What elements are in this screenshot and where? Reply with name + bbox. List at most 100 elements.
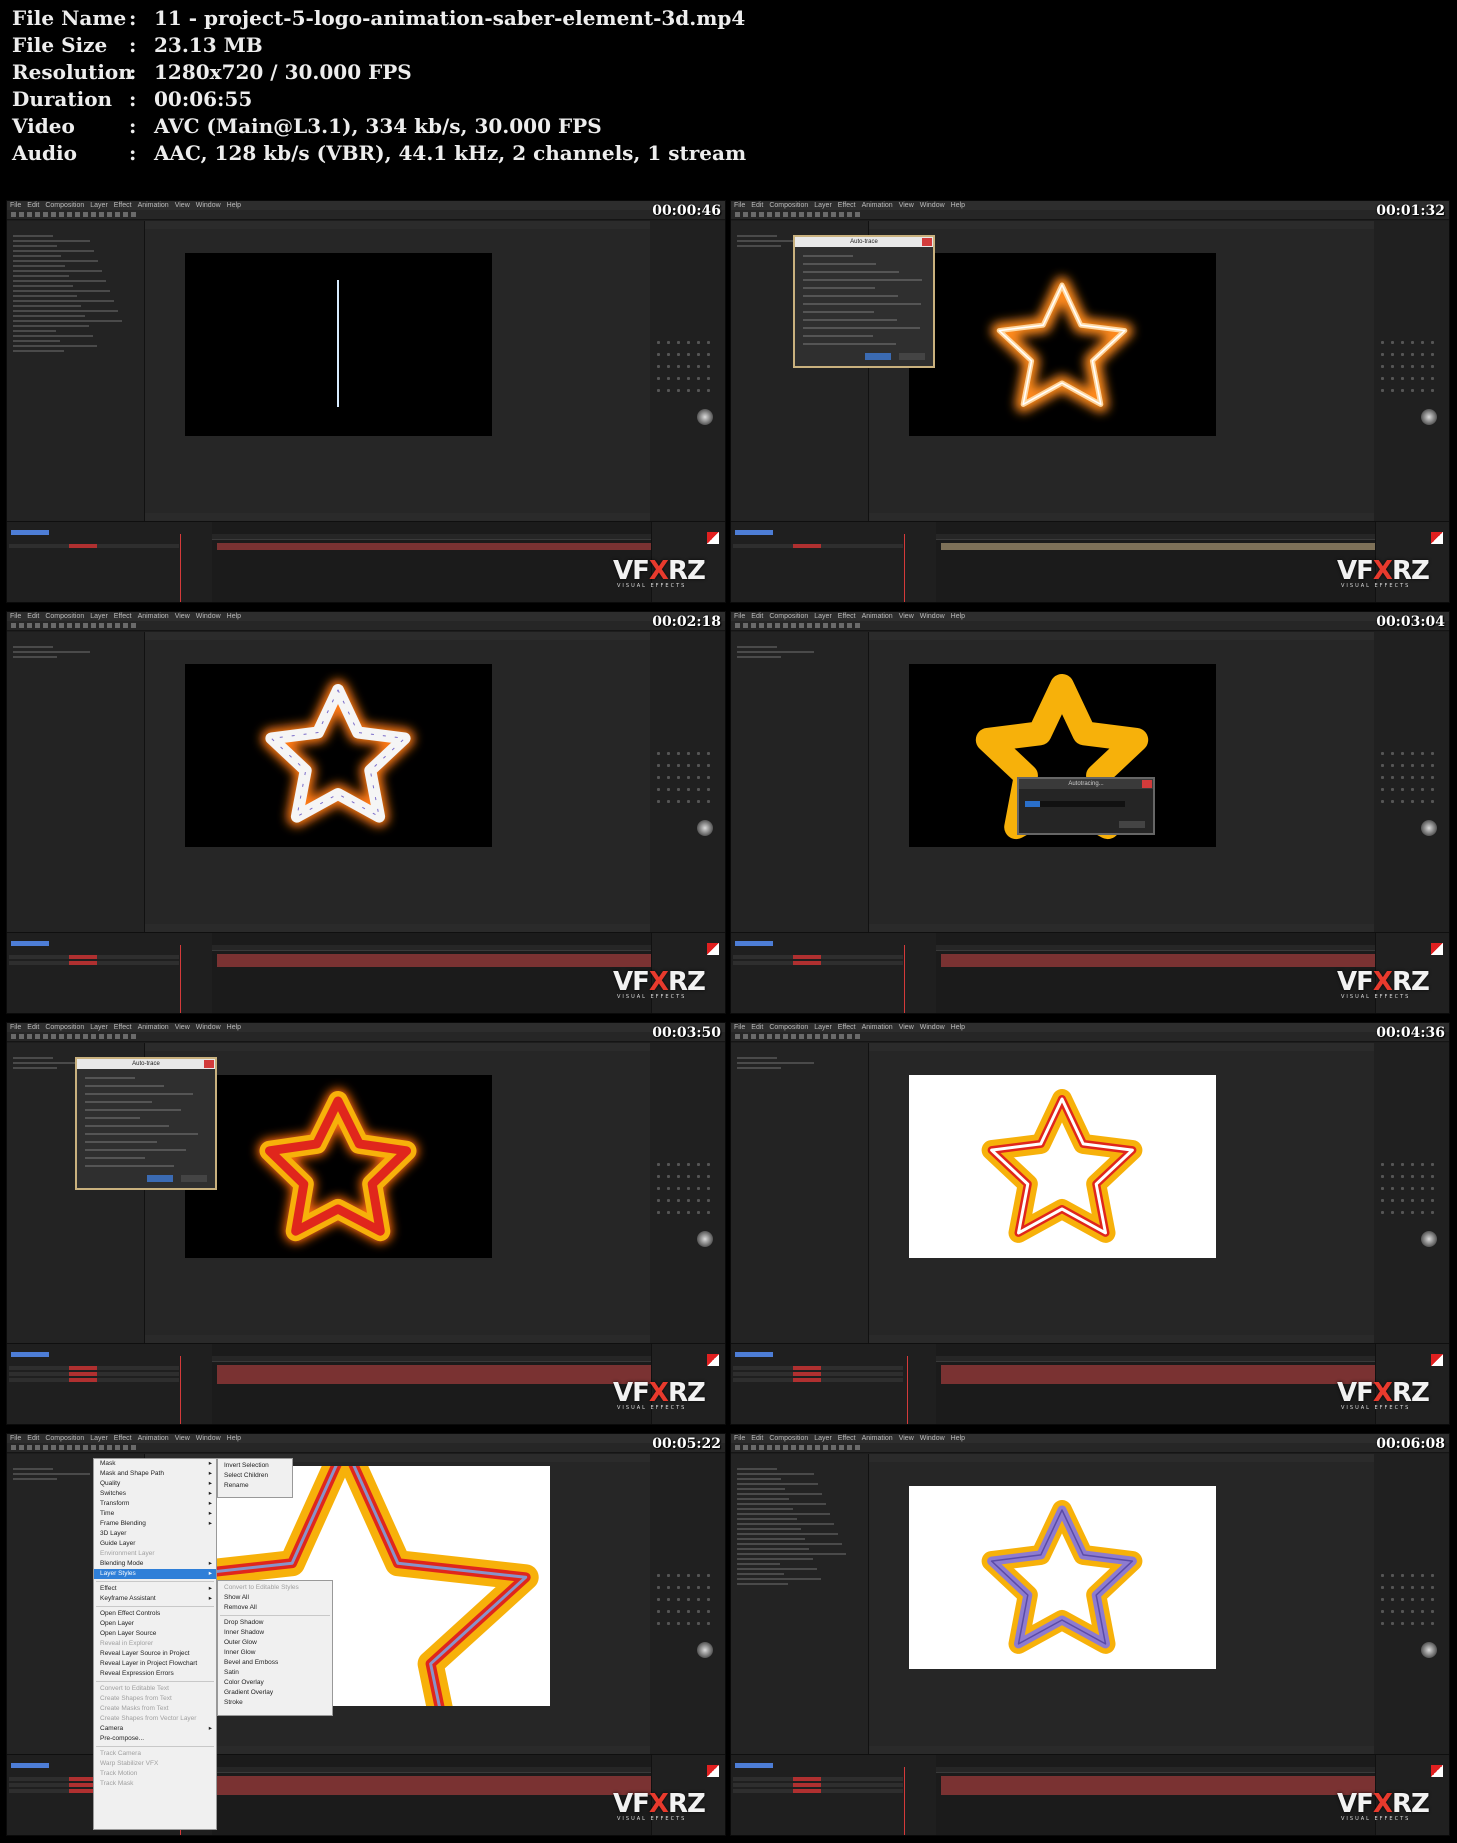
current-time-indicator[interactable] <box>904 945 905 1013</box>
tool-icon[interactable] <box>783 212 788 217</box>
tool-icon[interactable] <box>759 212 764 217</box>
tool-icon[interactable] <box>775 212 780 217</box>
property-row[interactable] <box>737 1478 781 1480</box>
menu-item-edit[interactable]: Edit <box>751 202 763 209</box>
tool-icon[interactable] <box>743 1034 748 1039</box>
tool-icon[interactable] <box>743 623 748 628</box>
brush-preset[interactable] <box>677 764 680 767</box>
tool-icon[interactable] <box>35 623 40 628</box>
tool-icon[interactable] <box>115 1034 120 1039</box>
composition-tabs[interactable] <box>869 632 1374 640</box>
auto-trace-dialog[interactable]: Auto-trace <box>75 1057 217 1190</box>
tool-icon[interactable] <box>131 1034 136 1039</box>
tool-icon[interactable] <box>743 212 748 217</box>
brush-preset[interactable] <box>1411 341 1414 344</box>
composition-tabs[interactable] <box>145 1043 650 1051</box>
brush-preset[interactable] <box>697 776 700 779</box>
property-row[interactable] <box>13 300 114 302</box>
brush-preset[interactable] <box>697 353 700 356</box>
property-row[interactable] <box>737 1473 814 1475</box>
menu-item-layer[interactable]: Layer <box>814 202 832 209</box>
brush-preset[interactable] <box>1401 776 1404 779</box>
context-menu-item[interactable]: Time ▸ <box>94 1509 216 1519</box>
brush-preset[interactable] <box>1401 1598 1404 1601</box>
brush-preset[interactable] <box>1411 377 1414 380</box>
context-menu-item[interactable]: Mask ▸ <box>94 1459 216 1469</box>
current-time-indicator[interactable] <box>180 534 181 602</box>
brush-preset[interactable] <box>1431 341 1434 344</box>
property-row[interactable] <box>737 1513 830 1515</box>
layer-context-menu[interactable]: Mask ▸ Mask and Shape Path ▸ Quality ▸ Switche… <box>93 1458 217 1830</box>
brush-preset[interactable] <box>667 341 670 344</box>
tool-icon[interactable] <box>799 1034 804 1039</box>
menu-item-help[interactable]: Help <box>227 1024 241 1031</box>
layer-duration-bar[interactable] <box>217 543 651 550</box>
brush-preset[interactable] <box>1431 788 1434 791</box>
brush-preset[interactable] <box>667 1586 670 1589</box>
brush-preset[interactable] <box>687 1211 690 1214</box>
property-row[interactable] <box>13 280 106 282</box>
property-row[interactable] <box>737 1057 777 1059</box>
brush-preset[interactable] <box>677 377 680 380</box>
layer-duration-bar[interactable] <box>941 1788 1375 1795</box>
brush-preset[interactable] <box>667 1622 670 1625</box>
brush-preset[interactable] <box>707 1622 710 1625</box>
brush-preset[interactable] <box>697 800 700 803</box>
property-row[interactable] <box>13 310 118 312</box>
menu-item-window[interactable]: Window <box>196 1024 221 1031</box>
brush-preset[interactable] <box>1381 365 1384 368</box>
menu-item-edit[interactable]: Edit <box>27 1024 39 1031</box>
brush-preset[interactable] <box>1421 1574 1424 1577</box>
dialog-option-row[interactable] <box>85 1157 145 1159</box>
menu-item-file[interactable]: File <box>10 1435 21 1442</box>
current-time-indicator[interactable] <box>180 945 181 1013</box>
dialog-option-row[interactable] <box>803 263 876 265</box>
dialog-option-row[interactable] <box>803 279 922 281</box>
brush-preset[interactable] <box>1381 764 1384 767</box>
tool-icon[interactable] <box>735 1034 740 1039</box>
current-time-indicator[interactable] <box>907 1356 908 1424</box>
brush-preset[interactable] <box>657 353 660 356</box>
menu-item-edit[interactable]: Edit <box>27 613 39 620</box>
brush-preset[interactable] <box>1381 1622 1384 1625</box>
timeline-layer-row[interactable] <box>733 1372 903 1376</box>
tool-icon[interactable] <box>855 212 860 217</box>
property-row[interactable] <box>13 265 65 267</box>
brush-preset[interactable] <box>657 341 660 344</box>
menu-item-window[interactable]: Window <box>920 1435 945 1442</box>
tool-icon[interactable] <box>83 1445 88 1450</box>
brush-preset[interactable] <box>1391 377 1394 380</box>
menu-item-layer[interactable]: Layer <box>90 613 108 620</box>
context-menu-item[interactable]: Frame Blending ▸ <box>94 1519 216 1529</box>
brush-preset[interactable] <box>677 353 680 356</box>
tool-icon[interactable] <box>823 212 828 217</box>
brush-preset[interactable] <box>707 1163 710 1166</box>
brush-preset[interactable] <box>707 788 710 791</box>
tool-icon[interactable] <box>123 1034 128 1039</box>
property-row[interactable] <box>737 1503 826 1505</box>
tool-icon[interactable] <box>823 623 828 628</box>
tool-icon[interactable] <box>735 212 740 217</box>
brush-preset[interactable] <box>1421 365 1424 368</box>
brush-preset[interactable] <box>677 1187 680 1190</box>
context-menu-item[interactable]: Open Layer <box>94 1619 216 1629</box>
property-row[interactable] <box>13 255 61 257</box>
menu-item-view[interactable]: View <box>175 1024 190 1031</box>
property-row[interactable] <box>737 1533 838 1535</box>
brush-preset[interactable] <box>697 764 700 767</box>
brush-preset[interactable] <box>1411 1610 1414 1613</box>
layer-duration-bar[interactable] <box>941 543 1375 550</box>
menu-item-composition[interactable]: Composition <box>769 202 808 209</box>
menu-item-edit[interactable]: Edit <box>751 1024 763 1031</box>
context-menu-item[interactable]: Transform ▸ <box>94 1499 216 1509</box>
brush-preset[interactable] <box>697 1175 700 1178</box>
tool-icon[interactable] <box>815 1445 820 1450</box>
composition-tabs[interactable] <box>145 632 650 640</box>
brush-preset[interactable] <box>1381 377 1384 380</box>
color-swatch[interactable] <box>1431 532 1443 544</box>
brush-preset[interactable] <box>657 389 660 392</box>
brush-preset[interactable] <box>1431 752 1434 755</box>
brush-preset[interactable] <box>687 1163 690 1166</box>
timeline-layer-row[interactable] <box>733 1366 903 1370</box>
brush-preset[interactable] <box>1381 776 1384 779</box>
